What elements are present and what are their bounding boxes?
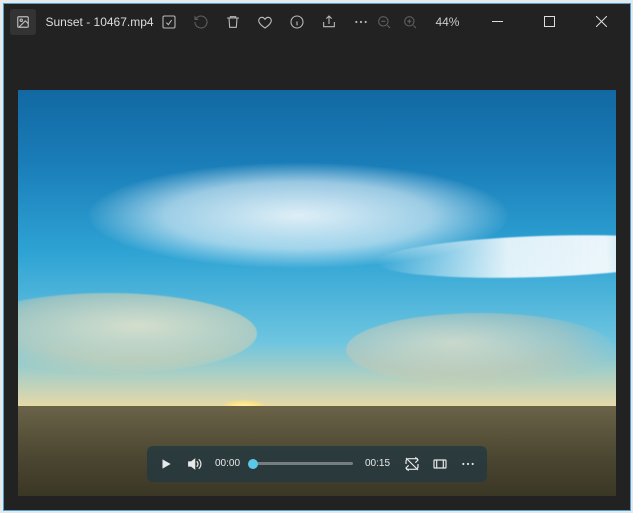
edit-image-button[interactable]	[160, 13, 178, 31]
toolbar	[160, 13, 370, 31]
zoom-in-button[interactable]	[401, 13, 419, 31]
video-controls: 00:00 00:15	[147, 446, 487, 482]
zoom-out-button[interactable]	[375, 13, 393, 31]
app-icon	[10, 9, 36, 35]
titlebar-left: Sunset - 10467.mp4	[4, 9, 154, 35]
play-button[interactable]	[157, 455, 175, 473]
minimize-button[interactable]	[475, 4, 519, 40]
rotate-button[interactable]	[192, 13, 210, 31]
video-viewport[interactable]: 00:00 00:15	[18, 90, 616, 496]
trim-button[interactable]	[431, 455, 449, 473]
loop-button[interactable]	[403, 455, 421, 473]
duration: 00:15	[363, 458, 393, 469]
window-title: Sunset - 10467.mp4	[46, 15, 154, 29]
delete-button[interactable]	[224, 13, 242, 31]
titlebar: Sunset - 10467.mp4 44%	[4, 4, 630, 40]
content-area: 00:00 00:15	[4, 40, 630, 510]
maximize-button[interactable]	[527, 4, 571, 40]
favorite-button[interactable]	[256, 13, 274, 31]
info-button[interactable]	[288, 13, 306, 31]
close-button[interactable]	[579, 4, 623, 40]
share-button[interactable]	[320, 13, 338, 31]
seek-thumb[interactable]	[248, 459, 258, 469]
player-more-button[interactable]	[459, 455, 477, 473]
app-window: Sunset - 10467.mp4 44%	[3, 3, 631, 511]
zoom-percent[interactable]: 44%	[435, 15, 459, 29]
more-button[interactable]	[352, 13, 370, 31]
seek-bar[interactable]	[253, 462, 353, 465]
current-time: 00:00	[213, 458, 243, 469]
titlebar-right: 44%	[375, 4, 629, 40]
volume-button[interactable]	[185, 455, 203, 473]
